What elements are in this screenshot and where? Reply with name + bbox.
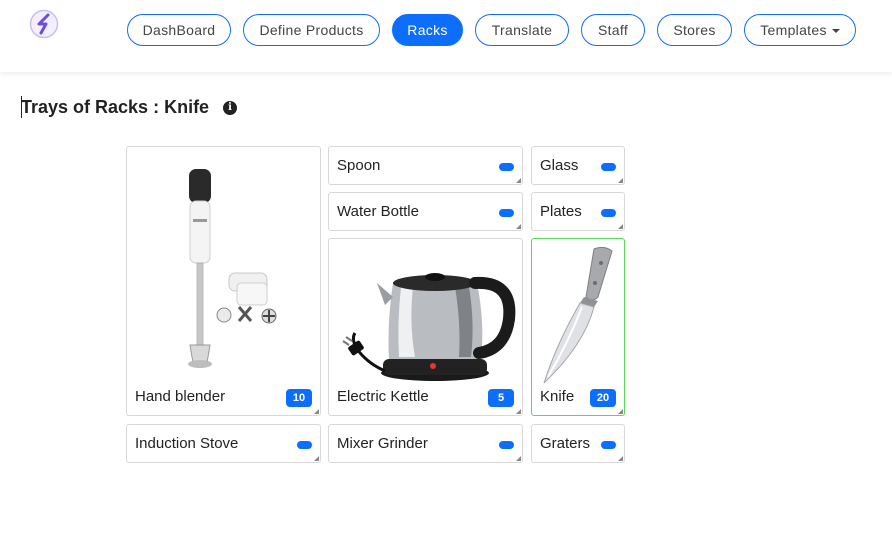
status-pill (601, 209, 616, 217)
tray-label: Induction Stove (135, 435, 239, 452)
tray-glass[interactable]: Glass (531, 146, 625, 185)
status-pill (297, 441, 312, 449)
status-pill (601, 163, 616, 171)
count-badge: 20 (590, 389, 616, 407)
tray-hand-blender[interactable]: Hand blender 10 (126, 146, 321, 416)
status-pill (601, 441, 616, 449)
top-navbar: DashBoard Define Products Racks Translat… (0, 0, 892, 72)
nav-staff-button[interactable]: Staff (581, 14, 645, 46)
resize-handle-icon[interactable] (516, 409, 521, 414)
resize-handle-icon[interactable] (618, 456, 623, 461)
app-logo[interactable] (29, 9, 59, 39)
count-badge: 5 (488, 389, 514, 407)
tray-induction-stove[interactable]: Induction Stove (126, 424, 321, 463)
tray-electric-kettle[interactable]: Electric Kettle 5 (328, 238, 523, 416)
nav-racks-button[interactable]: Racks (392, 14, 463, 46)
resize-handle-icon[interactable] (314, 409, 319, 414)
knife-image (543, 246, 613, 384)
electric-kettle-image (342, 273, 516, 381)
tray-label: Hand blender (135, 388, 226, 405)
tray-plates[interactable]: Plates (531, 192, 625, 231)
resize-handle-icon[interactable] (618, 224, 623, 229)
resize-handle-icon[interactable] (618, 409, 623, 414)
nav-stores-button[interactable]: Stores (657, 14, 732, 46)
status-pill (499, 163, 514, 171)
tray-label: Glass (540, 157, 579, 174)
tray-label: Graters (540, 435, 591, 452)
tray-water-bottle[interactable]: Water Bottle (328, 192, 523, 231)
tray-label: Spoon (337, 157, 381, 174)
page-title: Trays of Racks : Knife i (21, 97, 238, 118)
nav-templates-dropdown[interactable]: Templates (744, 14, 856, 46)
tray-spoon[interactable]: Spoon (328, 146, 523, 185)
tray-label: Mixer Grinder (337, 435, 428, 452)
resize-handle-icon[interactable] (618, 178, 623, 183)
status-pill (499, 441, 514, 449)
hand-blender-image (188, 169, 277, 368)
tray-label: Water Bottle (337, 203, 419, 220)
caret-down-icon (831, 29, 840, 33)
nav-define-products-button[interactable]: Define Products (243, 14, 380, 46)
resize-handle-icon[interactable] (516, 456, 521, 461)
nav-templates-label: Templates (760, 22, 827, 38)
resize-handle-icon[interactable] (516, 224, 521, 229)
tray-label: Knife (540, 388, 575, 405)
tray-label: Electric Kettle (337, 388, 429, 405)
info-circle-icon[interactable]: i (223, 100, 238, 115)
count-badge: 10 (286, 389, 312, 407)
nav-translate-button[interactable]: Translate (475, 14, 569, 46)
tray-knife[interactable]: Knife 20 (531, 238, 625, 416)
resize-handle-icon[interactable] (314, 456, 319, 461)
resize-handle-icon[interactable] (516, 178, 521, 183)
tray-graters[interactable]: Graters (531, 424, 625, 463)
status-pill (499, 209, 514, 217)
tray-mixer-grinder[interactable]: Mixer Grinder (328, 424, 523, 463)
nav-dashboard-button[interactable]: DashBoard (127, 14, 231, 46)
page-title-text: Trays of Racks : Knife (21, 97, 210, 117)
tray-label: Plates (540, 203, 582, 220)
